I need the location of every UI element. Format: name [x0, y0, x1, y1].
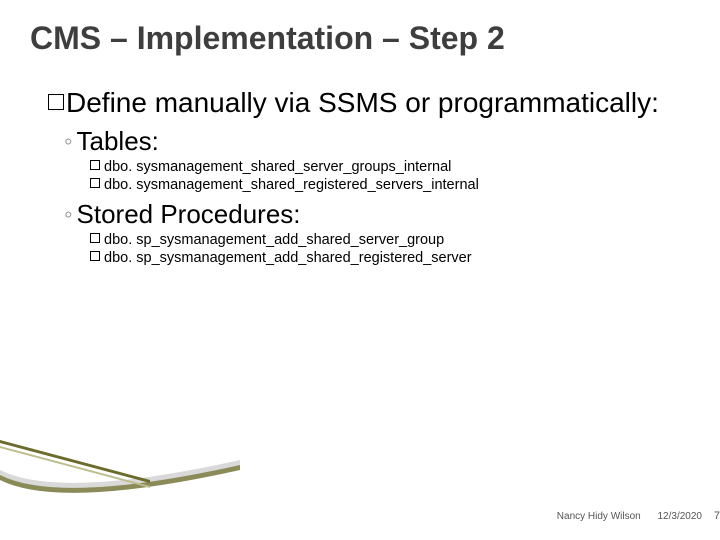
- procs-heading-text: Stored Procedures:: [77, 199, 301, 229]
- footer: Nancy Hidy Wilson 12/3/2020: [543, 511, 702, 522]
- square-bullet-icon: [90, 233, 100, 243]
- tables-heading-text: Tables:: [77, 126, 159, 156]
- proc-item: dbo. sp_sysmanagement_add_shared_registe…: [90, 250, 690, 266]
- proc-item-text: dbo. sp_sysmanagement_add_shared_server_…: [104, 232, 444, 248]
- table-item-text: dbo. sysmanagement_shared_server_groups_…: [104, 159, 451, 175]
- footer-author: Nancy Hidy Wilson: [557, 511, 641, 522]
- table-item: dbo. sysmanagement_shared_server_groups_…: [90, 159, 690, 175]
- decor-swoosh-icon: [0, 410, 240, 500]
- table-item-text: dbo. sysmanagement_shared_registered_ser…: [104, 177, 479, 193]
- slide-title: CMS – Implementation – Step 2: [30, 20, 690, 57]
- square-bullet-icon: [48, 94, 64, 110]
- sub-heading-tables: ◦Tables:: [64, 126, 690, 157]
- ring-bullet-icon: ◦: [64, 128, 73, 155]
- square-bullet-icon: [90, 251, 100, 261]
- table-item: dbo. sysmanagement_shared_registered_ser…: [90, 177, 690, 193]
- sub-heading-procs: ◦Stored Procedures:: [64, 199, 690, 230]
- footer-date: 12/3/2020: [658, 511, 703, 522]
- square-bullet-icon: [90, 178, 100, 188]
- bullet-main-text: Define manually via SSMS or programmatic…: [66, 87, 659, 118]
- slide: CMS – Implementation – Step 2 Define man…: [0, 0, 720, 540]
- square-bullet-icon: [90, 160, 100, 170]
- proc-item-text: dbo. sp_sysmanagement_add_shared_registe…: [104, 250, 472, 266]
- bullet-main: Define manually via SSMS or programmatic…: [48, 85, 690, 120]
- ring-bullet-icon: ◦: [64, 201, 73, 228]
- page-number: 7: [704, 510, 720, 522]
- proc-item: dbo. sp_sysmanagement_add_shared_server_…: [90, 232, 690, 248]
